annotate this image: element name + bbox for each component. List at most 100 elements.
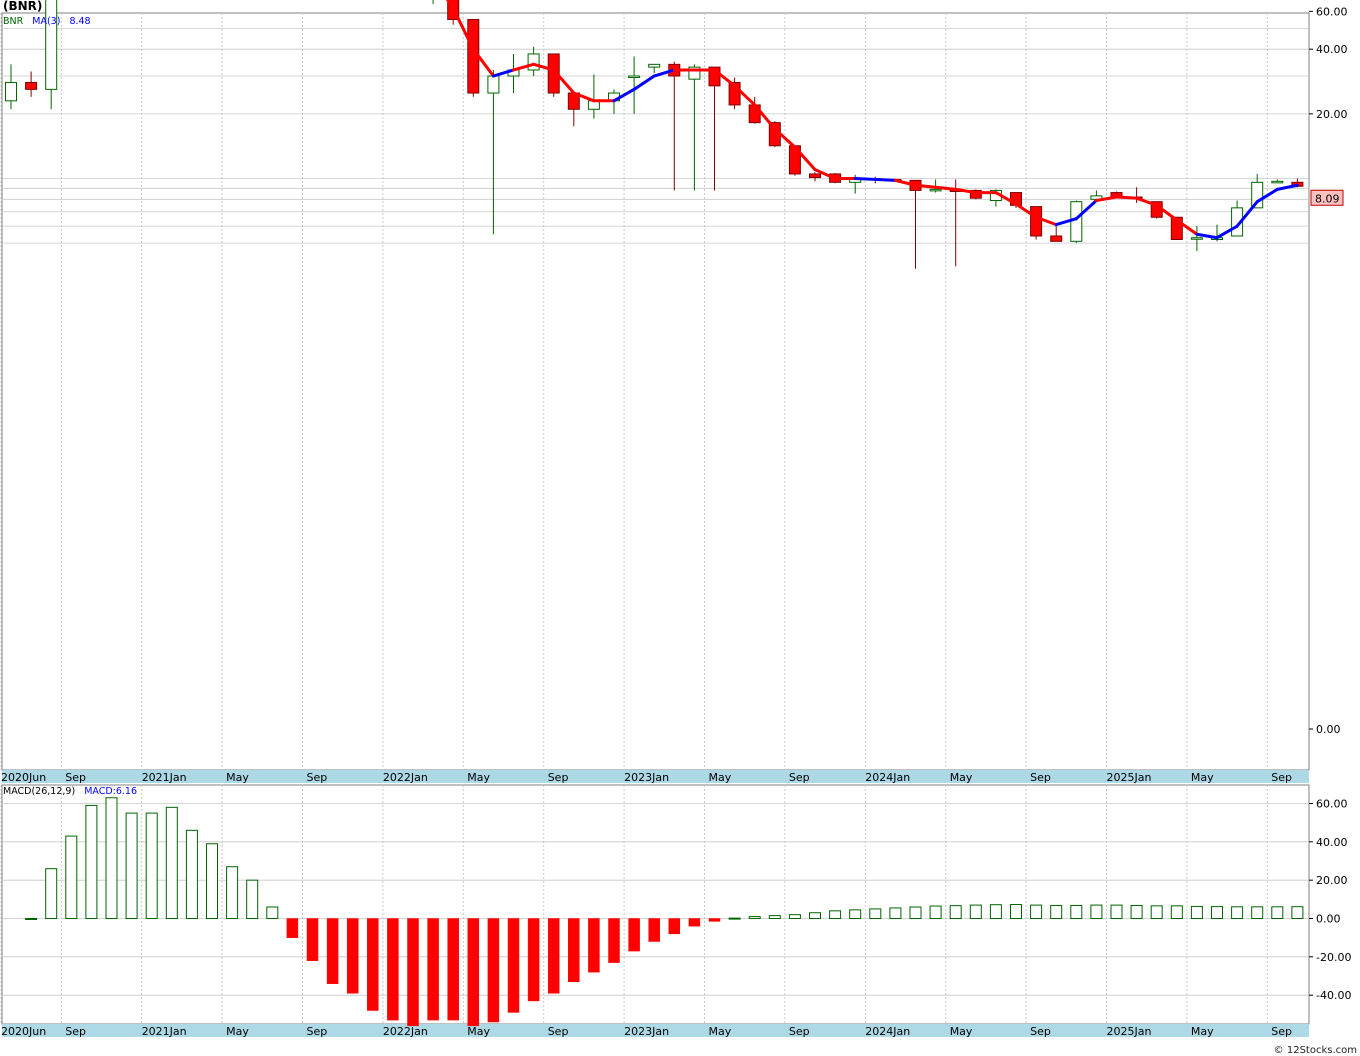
macd-bar [266,906,279,920]
candle-body [1050,235,1063,242]
price-x-tick-label: 2022Jan [383,771,428,784]
macd-bar [688,918,701,927]
price-panel: 380.00320.00280.00240.00200.00160.00140.… [0,0,1348,784]
macd-bar [306,918,319,961]
macd-x-tick-label: Sep [789,1025,810,1038]
macd-bar [748,916,761,920]
macd-bar [447,918,459,1021]
macd-bar [869,908,882,920]
price-x-tick-label: Sep [307,771,328,784]
price-y-tick-label: 60.00 [1316,5,1348,18]
macd-bar [286,918,299,938]
macd-y-tick-label: -40.00 [1316,989,1351,1002]
macd-bar [989,904,1002,920]
macd-x-tick-label: May [950,1025,973,1038]
ma3-segment [873,177,897,182]
macd-bar [467,918,480,1027]
macd-bar [185,829,198,919]
price-x-tick-label: May [1191,771,1214,784]
macd-bar [206,843,218,920]
macd-plot-area [1,784,1310,1025]
macd-bar [487,918,500,1023]
macd-bar [25,918,38,920]
price-x-tick-label: 2023Jan [624,771,669,784]
price-y-tick-label: 20.00 [1316,108,1348,121]
candle-body [929,188,942,192]
macd-bar [387,918,399,1021]
macd-bar [788,914,801,920]
price-legend: BNR MA(3) 8.48 [3,16,91,27]
candle-body [1070,201,1083,242]
macd-bar [1291,906,1304,919]
macd-bar [1150,905,1163,920]
macd-bar [708,918,721,922]
macd-bar [1110,904,1123,920]
candle-body [45,0,58,90]
macd-bar [588,918,600,973]
macd-x-tick-label: 2023Jan [624,1025,669,1038]
macd-bar [367,918,379,1011]
macd-x-tick-label: 2025Jan [1107,1025,1152,1038]
macd-x-tick-label: May [709,1025,732,1038]
macd-x-tick-label: May [467,1025,490,1038]
macd-x-tick-label: May [226,1025,249,1038]
macd-y-tick-label: 60.00 [1316,797,1348,810]
legend-symbol: BNR [3,16,24,27]
price-y-tick-label: 40.00 [1316,43,1348,56]
price-y-tick-label: 0.00 [1316,723,1341,736]
macd-y-tick-label: 40.00 [1316,836,1348,849]
macd-x-tick-label: Sep [1030,1025,1051,1038]
macd-bar [427,918,439,1021]
macd-bar [1130,904,1143,919]
macd-bar [949,905,962,919]
price-x-tick-label: May [226,771,249,784]
legend-ma-value: 8.48 [69,16,91,27]
macd-bar [65,835,78,920]
macd-bar [45,868,58,919]
macd-bar [165,806,178,920]
macd-bar [568,918,580,983]
candle-body [1271,180,1284,184]
macd-panel: 2020Jun Sep 2021Jan May Sep 2022Jan May Sep 2023… [0,784,1351,1038]
macd-bar [829,910,842,919]
macd-x-tick-label: Sep [1271,1025,1292,1038]
macd-bar [1190,905,1203,920]
macd-bar [346,918,359,994]
price-x-tick-label: 2020Jun [1,771,46,784]
macd-bar [1090,904,1103,920]
price-x-tick-label: Sep [1030,771,1051,784]
legend-ma-label: MA(3) [32,16,61,27]
macd-x-tick-label: 2024Jan [865,1025,910,1038]
macd-bar [1010,904,1022,920]
macd-bar [85,804,98,919]
macd-x-tick-label: Sep [65,1025,86,1038]
ma3-segment [1115,195,1139,200]
macd-y-tick-label: 20.00 [1316,874,1348,887]
macd-bar [809,912,821,919]
price-x-tick-label: Sep [1271,771,1292,784]
macd-bar [768,915,781,919]
macd-bar [547,918,560,994]
chart-title: (BNR) [3,0,43,13]
macd-legend: MACD(26,12,9) MACD:6.16 [3,786,137,797]
price-x-tick-label: 2024Jan [865,771,910,784]
macd-bar [326,918,339,984]
macd-bar [1030,904,1043,920]
macd-bar [1271,906,1284,919]
macd-bar [909,906,922,920]
macd-bar [1050,904,1063,919]
candle-body [527,53,540,71]
macd-bar [1070,904,1083,919]
macd-bar [648,918,660,942]
credit: © 12Stocks.com [1273,1045,1357,1056]
legend-macd-label: MACD(26,12,9) [3,786,76,797]
macd-bar [226,866,239,919]
macd-bar [246,879,259,920]
price-x-tick-label: Sep [548,771,569,784]
candle-body [648,63,661,68]
price-x-tick-label: 2021Jan [142,771,187,784]
price-x-tick-label: 2025Jan [1107,771,1152,784]
macd-bar [668,918,681,935]
candle-body [25,81,38,90]
ma3-segment [934,185,958,191]
